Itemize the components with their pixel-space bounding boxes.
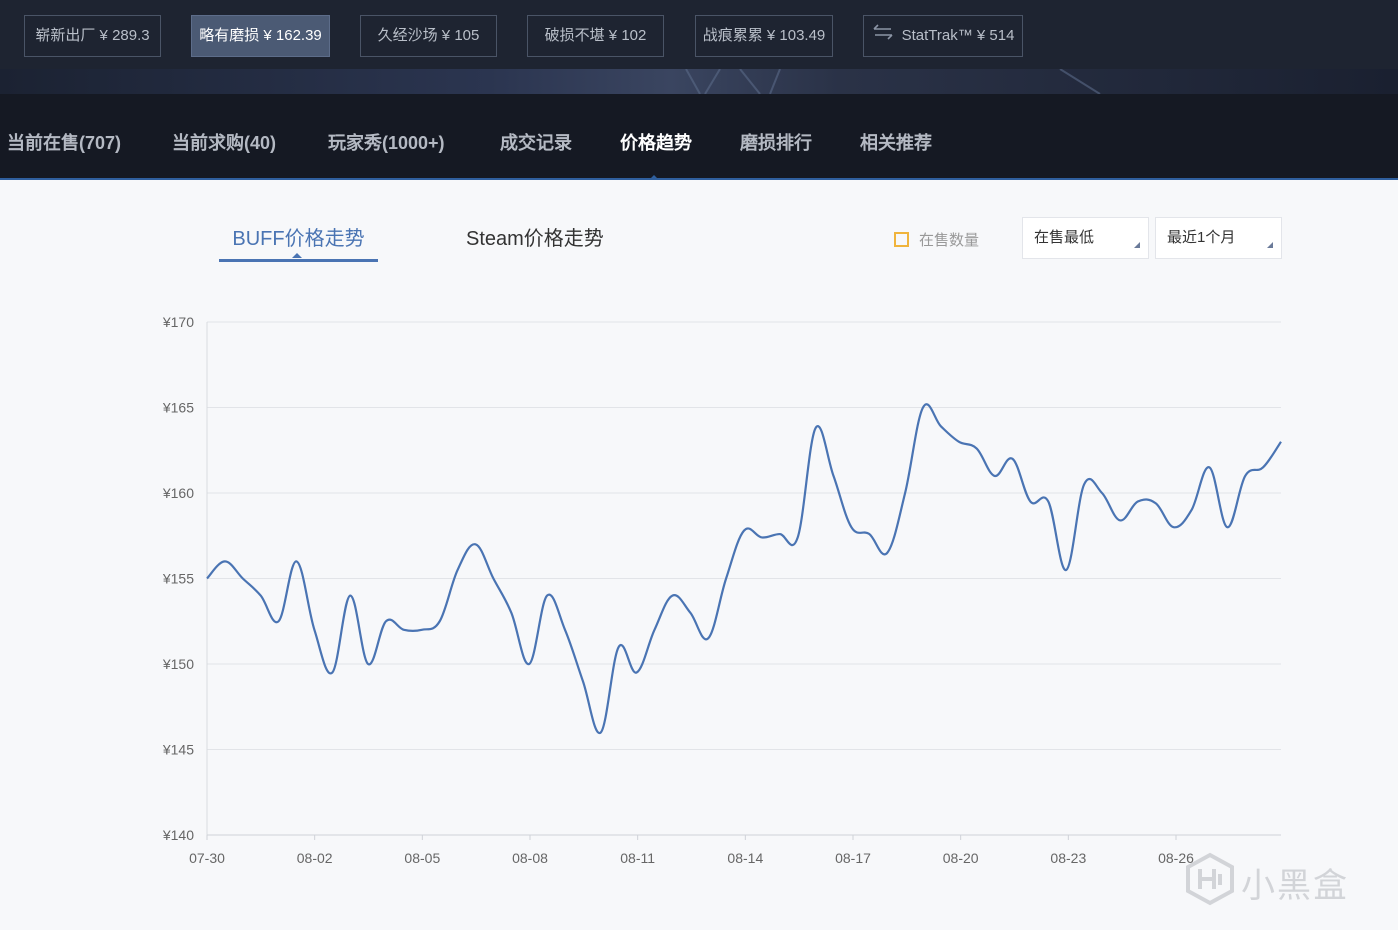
- checkbox-icon: [894, 232, 909, 247]
- tab-trade-records[interactable]: 成交记录: [500, 94, 572, 180]
- wear-well-worn-button[interactable]: 破损不堪 ¥ 102: [527, 15, 664, 57]
- x-tick-label: 08-17: [835, 850, 871, 866]
- tab-price-trend[interactable]: 价格趋势: [620, 94, 692, 180]
- x-tick-label: 08-08: [512, 850, 548, 866]
- x-tick-label: 08-02: [297, 850, 333, 866]
- x-tick-label: 08-05: [404, 850, 440, 866]
- on-sale-count-label: 在售数量: [919, 232, 980, 249]
- tab-buying[interactable]: 当前求购(40): [172, 94, 276, 180]
- wear-field-tested-button[interactable]: 久经沙场 ¥ 105: [360, 15, 497, 57]
- wear-minimal-wear-button[interactable]: 略有磨损 ¥ 162.39: [191, 15, 330, 57]
- y-tick-label: ¥145: [162, 742, 194, 758]
- item-banner: [0, 69, 1398, 94]
- price-line: [206, 403, 1282, 734]
- x-tick-label: 08-23: [1050, 850, 1086, 866]
- heybox-logo-icon: [1186, 852, 1234, 906]
- y-tick-label: ¥140: [162, 827, 194, 843]
- tab-wear-ranking[interactable]: 磨损排行: [740, 94, 812, 180]
- wear-factory-new-button[interactable]: 崭新出厂 ¥ 289.3: [24, 15, 161, 57]
- price-trend-chart: ¥140 ¥145 ¥150 ¥155 ¥160 ¥165 ¥170 07-30 08-02 08…: [162, 314, 1282, 866]
- on-sale-count-toggle[interactable]: 在售数量: [894, 229, 979, 249]
- watermark-text: 小黑盒: [1241, 867, 1349, 905]
- y-tick-label: ¥160: [162, 485, 194, 501]
- wear-selector-bar: 崭新出厂 ¥ 289.3 略有磨损 ¥ 162.39 久经沙场 ¥ 105 破损…: [0, 0, 1398, 69]
- y-tick-label: ¥165: [162, 400, 194, 416]
- dropdown-triangle-icon: [1134, 242, 1140, 248]
- steam-price-trend-tab[interactable]: Steam价格走势: [466, 222, 604, 262]
- x-tick-label: 08-20: [943, 850, 979, 866]
- x-tick-label: 07-30: [189, 850, 225, 866]
- time-period-select[interactable]: 最近1个月: [1155, 217, 1282, 259]
- watermark: 小黑盒: [1184, 852, 1347, 906]
- stattrak-button[interactable]: StatTrak™ ¥ 514: [863, 15, 1023, 57]
- dropdown-triangle-icon: [1267, 242, 1273, 248]
- time-period-value: 最近1个月: [1167, 229, 1236, 246]
- y-tick-label: ¥150: [162, 656, 194, 672]
- tab-selling[interactable]: 当前在售(707): [7, 94, 121, 180]
- detail-tabbar: 当前在售(707) 当前求购(40) 玩家秀(1000+) 成交记录 价格趋势 …: [0, 94, 1398, 180]
- tab-recommendations[interactable]: 相关推荐: [860, 94, 932, 180]
- active-tab-indicator: [649, 175, 659, 180]
- tab-showcase[interactable]: 玩家秀(1000+): [328, 94, 445, 180]
- wear-battle-scarred-button[interactable]: 战痕累累 ¥ 103.49: [695, 15, 833, 57]
- swap-arrows-icon: [872, 16, 894, 56]
- active-chart-tab-indicator: [292, 253, 302, 258]
- y-tick-label: ¥155: [162, 571, 194, 587]
- y-tick-label: ¥170: [162, 314, 194, 330]
- stattrak-label: StatTrak™ ¥ 514: [901, 27, 1015, 44]
- price-type-value: 在售最低: [1034, 229, 1095, 246]
- x-tick-label: 08-14: [727, 850, 763, 866]
- price-type-select[interactable]: 在售最低: [1022, 217, 1149, 259]
- x-tick-label: 08-11: [620, 850, 655, 866]
